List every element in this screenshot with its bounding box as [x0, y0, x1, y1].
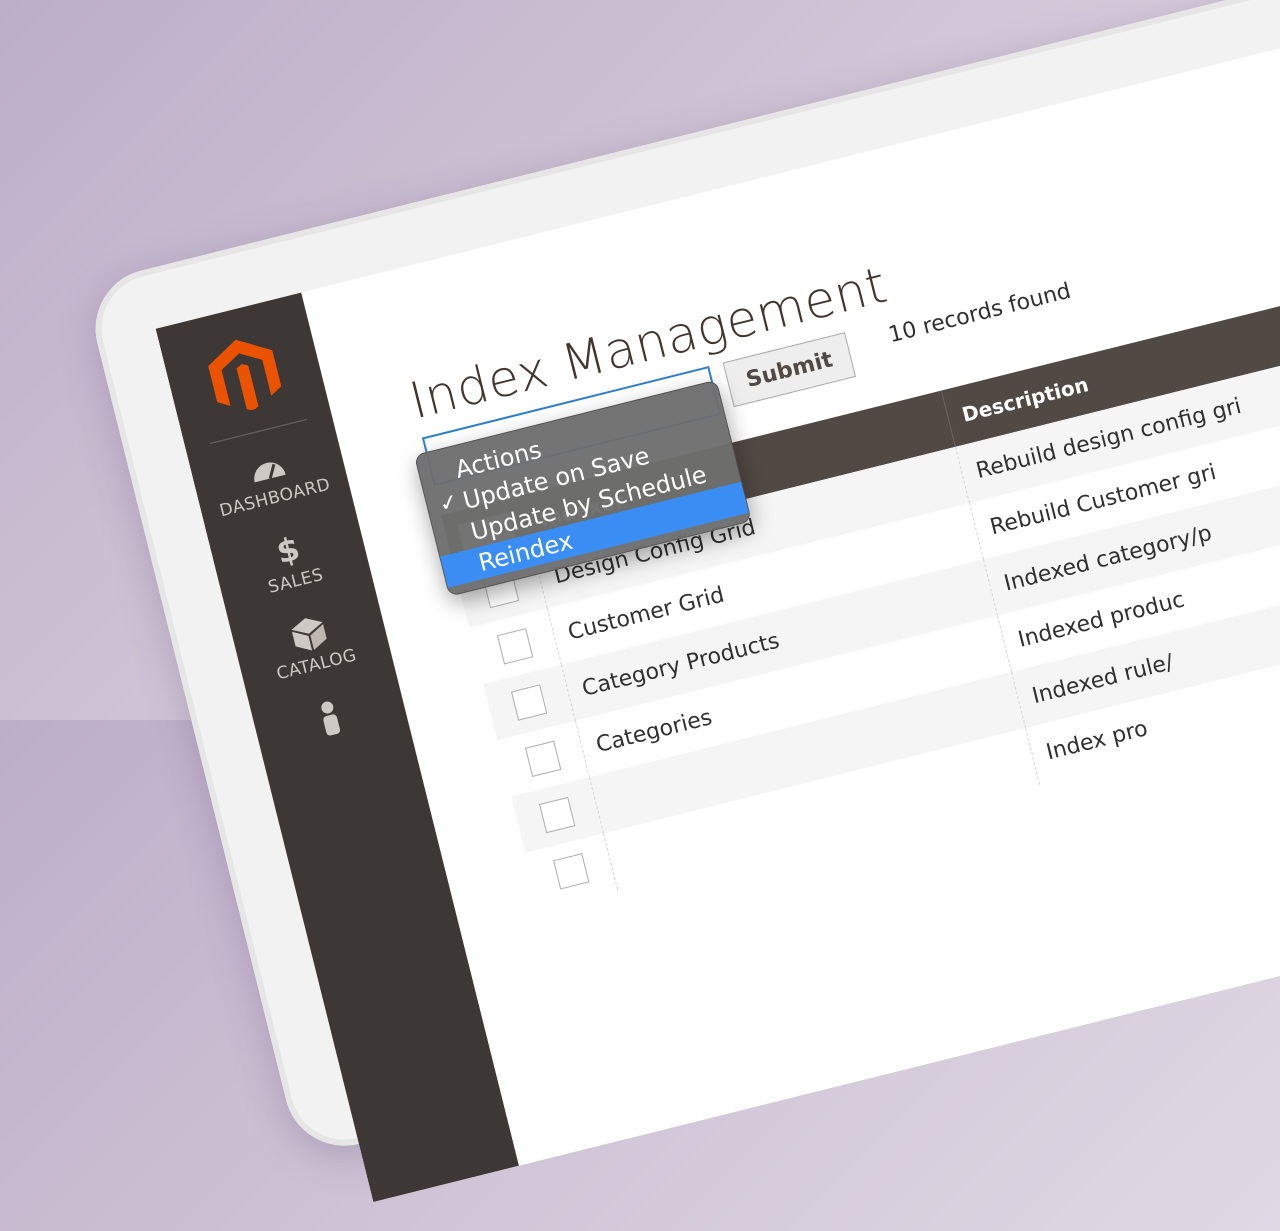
- row-checkbox[interactable]: [553, 853, 590, 890]
- gauge-icon: [254, 462, 286, 483]
- sidebar-divider: [209, 418, 308, 445]
- person-icon: [321, 701, 341, 736]
- sidebar-item-dashboard[interactable]: DASHBOARD: [208, 436, 333, 521]
- magento-logo-icon[interactable]: [201, 329, 287, 418]
- dollar-icon: $: [272, 529, 304, 572]
- sidebar-item-label: CATALOG: [274, 645, 359, 685]
- checkmark-icon: ✓: [436, 489, 461, 518]
- sidebar-item-customers[interactable]: [306, 695, 354, 740]
- row-checkbox[interactable]: [496, 628, 534, 665]
- box-icon: [291, 618, 327, 651]
- records-count: 10 records found: [886, 278, 1074, 349]
- sidebar-item-sales[interactable]: $ SALES: [257, 526, 325, 598]
- row-checkbox[interactable]: [510, 684, 548, 721]
- tablet-device: DASHBOARD $ SALES CATALOG Index Manageme…: [0, 0, 1280, 1203]
- row-checkbox[interactable]: [539, 796, 576, 834]
- row-checkbox[interactable]: [524, 740, 562, 777]
- sidebar-item-catalog[interactable]: CATALOG: [265, 606, 359, 684]
